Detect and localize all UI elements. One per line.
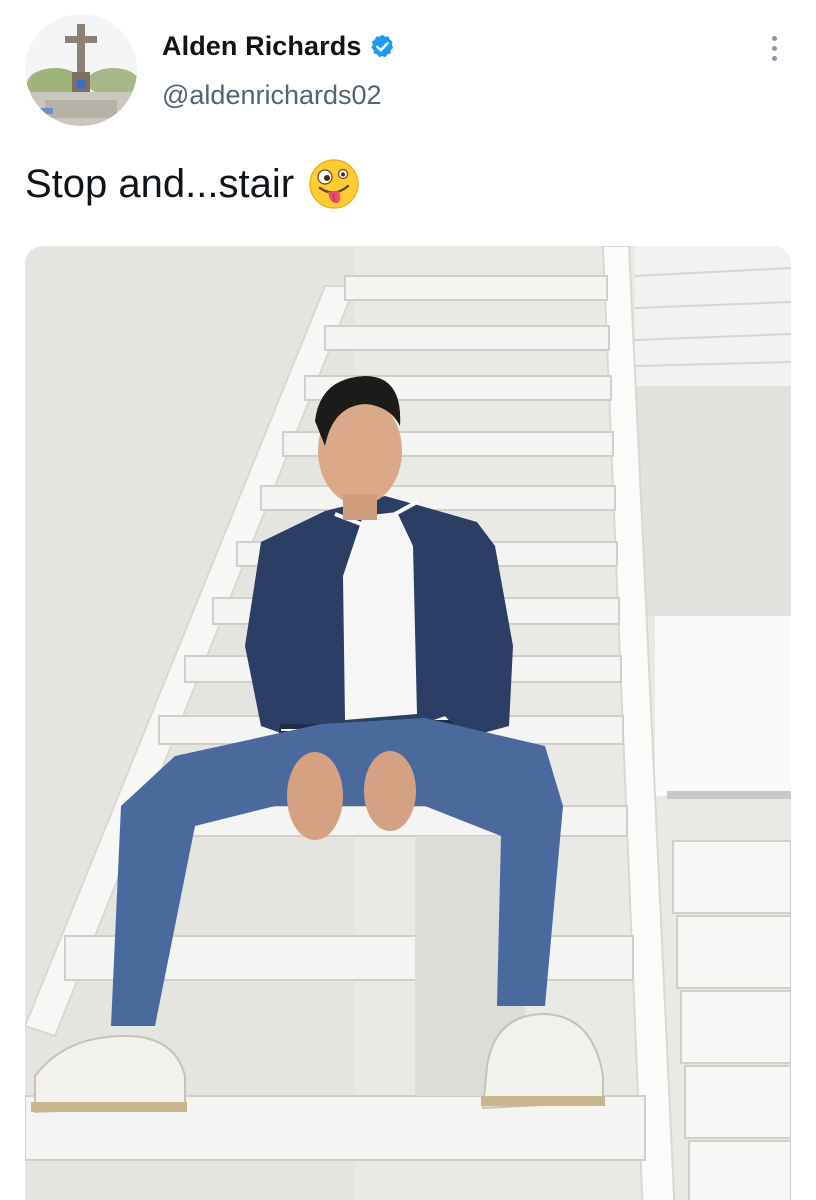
more-dot <box>771 55 777 61</box>
more-dot <box>771 35 777 41</box>
author-name-row: Alden Richards <box>162 26 396 66</box>
author-handle[interactable]: @aldenrichards02 <box>162 80 382 111</box>
avatar[interactable] <box>25 14 137 126</box>
more-dot <box>771 45 777 51</box>
tweet-text-content: Stop and...stair <box>25 161 295 206</box>
avatar-image <box>25 14 137 126</box>
verified-badge-icon <box>369 33 396 60</box>
zany-face-emoji-icon <box>308 158 360 210</box>
display-name[interactable]: Alden Richards <box>162 31 361 62</box>
more-vertical-icon[interactable] <box>758 28 790 68</box>
tweet-text: Stop and...stair <box>25 158 360 210</box>
photo-illustration <box>25 246 791 1200</box>
tweet-photo[interactable] <box>25 246 791 1200</box>
tweet-card[interactable]: Alden Richards @aldenrichards02 Stop and… <box>0 0 816 1200</box>
